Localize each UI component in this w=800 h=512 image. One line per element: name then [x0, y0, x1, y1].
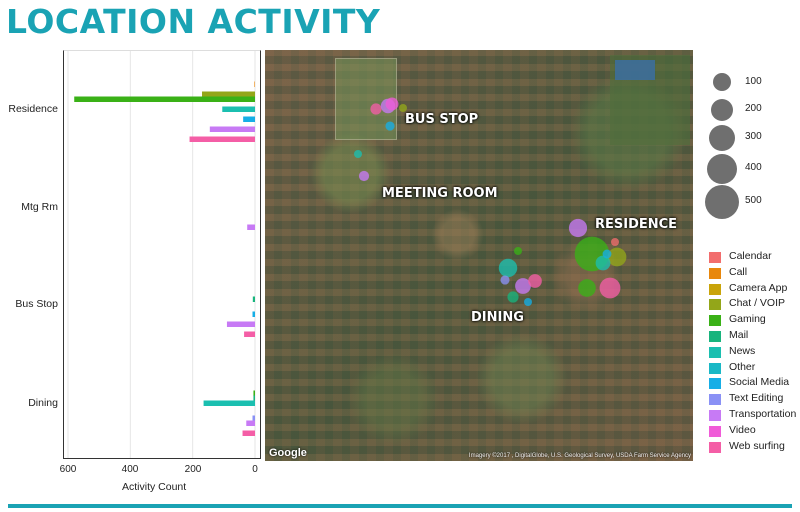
size-legend-label-500: 500 [745, 195, 762, 206]
size-legend-circle-400 [707, 154, 737, 184]
legend-swatch-chat-voip [709, 299, 721, 311]
size-legend-circle-200 [711, 99, 733, 121]
map-bubble-web-surfing[interactable] [370, 103, 382, 115]
map-bubble-chat-voip[interactable] [607, 247, 627, 267]
size-legend-label-200: 200 [745, 103, 762, 114]
page-title: LOCATION ACTIVITY [6, 2, 381, 41]
map-bubble-transportation[interactable] [568, 218, 588, 238]
map-bubble-calendar[interactable] [611, 238, 619, 246]
satellite-map[interactable]: BUS STOP MEETING ROOM RESIDENCE DINING G… [265, 50, 693, 461]
legend-label-social-media: Social Media [729, 376, 790, 389]
x-axis-label: Activity Count [122, 481, 187, 493]
size-legend-circle-300 [709, 125, 735, 151]
category-label-residence: Residence [8, 103, 58, 115]
legend-swatch-web-surfing [709, 441, 721, 453]
legend-swatch-calendar [709, 252, 721, 263]
map-label-bus-stop: BUS STOP [405, 112, 479, 127]
map-bubble-social-media[interactable] [524, 298, 532, 306]
size-legend-circle-100 [713, 73, 731, 91]
legend-swatch-mail [709, 331, 721, 342]
map-bubble-news[interactable] [354, 150, 362, 158]
map-bubble-gaming[interactable] [578, 279, 596, 297]
legend-label-camera-app: Camera App [729, 281, 788, 294]
legend-swatch-transportation [709, 410, 721, 421]
x-tick-600: 600 [59, 464, 77, 475]
map-bubble-web-surfing[interactable] [528, 274, 542, 288]
legend-swatch-other [709, 362, 721, 374]
legend-swatch-social-media [709, 378, 721, 390]
map-bubble-social-media[interactable] [602, 249, 612, 259]
legend-swatch-video [709, 425, 721, 437]
map-imagery-credit: Imagery ©2017 , DigitalGlobe, U.S. Geolo… [468, 453, 691, 459]
legend-label-video: Video [729, 423, 756, 436]
legend-label-news: News [729, 344, 756, 357]
legend-swatch-call [709, 267, 721, 279]
size-legend-label-300: 300 [745, 131, 762, 142]
map-label-meeting-room: MEETING ROOM [382, 186, 498, 201]
x-tick-400: 400 [121, 464, 139, 475]
legend-label-transportation: Transportation [729, 408, 797, 420]
map-bubble-transportation[interactable] [358, 170, 370, 182]
map-label-residence: RESIDENCE [595, 217, 678, 232]
map-label-dining: DINING [471, 310, 524, 325]
map-bubble-gaming[interactable] [514, 247, 522, 255]
map-bubble-text-editing[interactable] [500, 275, 510, 285]
size-legend-circle-500 [705, 185, 739, 219]
legend-swatch-camera-app [709, 283, 721, 295]
category-label-mtg-rm: Mtg Rm [21, 201, 58, 213]
map-bubble-web-surfing[interactable] [599, 277, 621, 299]
legend-swatch-news [709, 346, 721, 358]
legend-label-call: Call [729, 265, 748, 278]
legend-swatch-gaming [709, 315, 721, 327]
legend-label-mail: Mail [729, 329, 749, 341]
map-bubble-news[interactable] [498, 258, 518, 278]
category-label-bus-stop: Bus Stop [15, 298, 58, 310]
map-bubble-mail[interactable] [507, 291, 519, 303]
size-legend: 100 200 300 400 500 [705, 70, 800, 220]
legend-label-gaming: Gaming [729, 313, 766, 326]
category-label-dining: Dining [28, 397, 58, 409]
map-bubble-layer [354, 97, 627, 306]
x-tick-200: 200 [184, 464, 202, 475]
map-bubble-social-media[interactable] [385, 121, 395, 131]
google-logo: Google [269, 447, 307, 459]
legend-label-calendar: Calendar [729, 250, 772, 262]
legend-swatch-text-editing [709, 394, 721, 406]
size-legend-label-400: 400 [745, 162, 762, 173]
x-tick-0: 0 [252, 464, 258, 475]
legend-label-text-editing: Text Editing [729, 392, 784, 405]
map-bubble-video[interactable] [385, 97, 399, 111]
size-legend-label-100: 100 [745, 76, 762, 87]
legend-label-chat-voip: Chat / VOIP [729, 297, 786, 310]
bar-chart-frame [63, 50, 261, 459]
map-bubble-chat-voip[interactable] [399, 104, 407, 112]
legend-label-other: Other [729, 360, 756, 373]
legend-label-web-surfing: Web surfing [729, 439, 785, 452]
footer-rule [8, 504, 792, 508]
